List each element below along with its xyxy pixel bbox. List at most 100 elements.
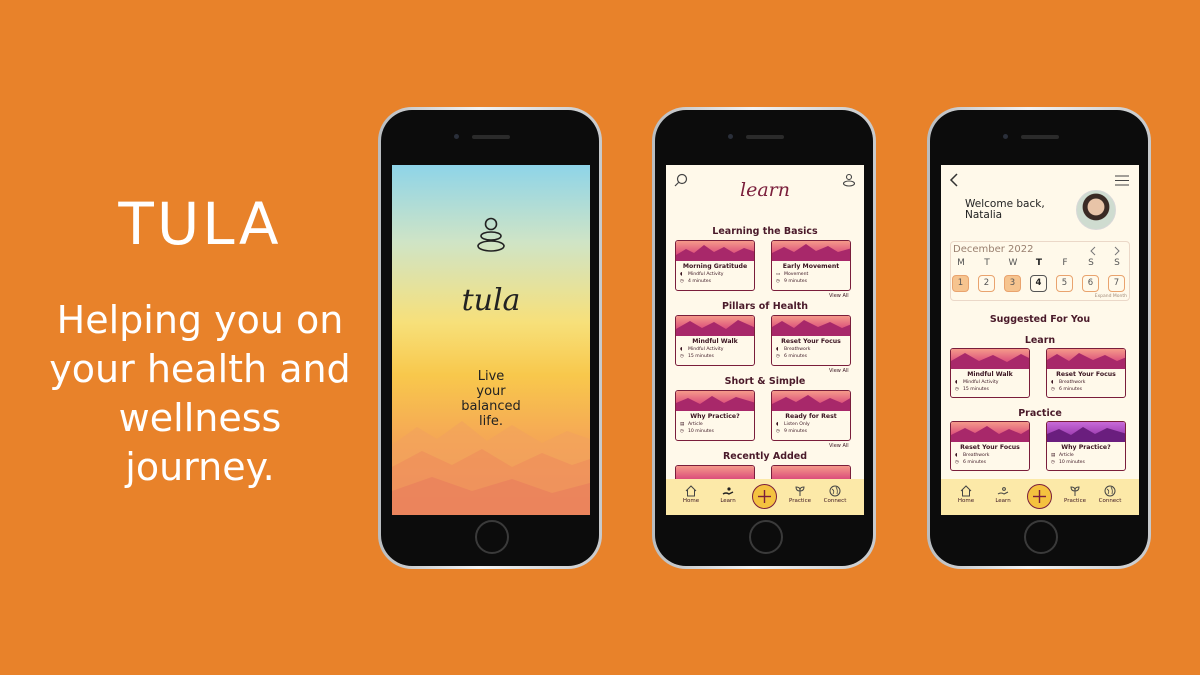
content-card[interactable]: Early Movement ▭ Movement ◷ 9 minutes [771,240,851,291]
card-duration: 6 minutes [963,460,986,465]
sprout-icon [795,486,805,496]
phone-learn: learn Learning the Basics Morning Gratit… [652,107,876,569]
card-type: Mindful Activity [688,272,724,277]
calendar-month: December 2022 [953,244,1034,255]
view-all-link[interactable]: View All [829,443,849,449]
content-card[interactable]: Why Practice? ▤ Article ◷ 10 minutes [675,390,755,441]
calendar-day[interactable]: 7 [1108,275,1125,292]
card-type: Article [688,422,703,427]
tab-practice[interactable]: Practice [785,485,815,504]
weekday-label: T [984,258,990,268]
video-icon: ▭ [776,272,781,277]
mountains-illustration [392,421,590,515]
chevron-left-icon[interactable] [1089,246,1097,256]
content-card[interactable]: Reset Your Focus ◖ Breathwork ◷ 6 minutes [771,315,851,366]
card-duration: 6 minutes [784,354,807,359]
calendar-day[interactable]: 4 [1030,275,1047,292]
card-artwork [951,422,1029,442]
clock-icon: ◷ [776,279,781,284]
back-chevron-icon[interactable] [949,173,959,187]
card-artwork [1047,349,1125,369]
card-type: Mindful Activity [688,347,724,352]
speaker [746,135,784,139]
speaker-icon: ◖ [955,380,958,385]
weekday-label: F [1062,258,1068,268]
hand-plant-icon [722,487,734,495]
card-type: Movement [784,272,809,277]
tab-home[interactable]: Home [676,485,706,504]
content-card[interactable]: Mindful Walk ◖ Mindful Activity ◷ 15 minut… [950,348,1030,398]
content-card[interactable]: Morning Gratitude ◖ Mindful Activity ◷ 4 m… [675,240,755,291]
card-type: Breathwork [784,347,811,352]
speaker-icon: ◖ [955,453,958,458]
plus-icon [758,490,771,503]
card-duration: 10 minutes [1059,460,1085,465]
avatar[interactable] [1076,190,1116,230]
tab-home[interactable]: Home [951,485,981,504]
section-heading: Learning the Basics [712,226,818,237]
hero: TULA Helping you on your health and well… [40,190,360,492]
home-icon [685,485,697,497]
view-all-link[interactable]: View All [829,293,849,299]
brand-title: TULA [118,190,282,258]
section-heading: Learn [1024,335,1056,346]
calendar-day[interactable]: 5 [1056,275,1073,292]
weekday-label: S [1114,258,1120,268]
card-artwork [676,391,754,411]
content-card[interactable]: Why Practice? ▤ Article ◷ 10 minutes [1046,421,1126,471]
content-card[interactable]: Reset Your Focus ◖ Breathwork ◷ 6 minutes [950,421,1030,471]
profile-icon[interactable] [842,173,856,187]
home-button[interactable] [749,520,783,554]
chevron-right-icon[interactable] [1113,246,1121,256]
speaker-icon: ◖ [1051,380,1054,385]
page-title: learn [740,179,790,201]
sprout-icon [1070,486,1080,496]
camera [454,134,459,139]
clock-icon: ◷ [1051,387,1056,392]
card-type: Breathwork [1059,380,1086,385]
home-button[interactable] [1024,520,1058,554]
tab-connect[interactable]: Connect [820,485,850,504]
card-duration: 10 minutes [688,429,714,434]
add-button[interactable] [752,484,777,509]
speaker-icon: ◖ [776,347,779,352]
card-duration: 15 minutes [963,387,989,392]
tab-learn[interactable]: Learn [713,485,743,504]
menu-icon[interactable] [1115,175,1129,186]
phone-home: Welcome back, Natalia December 2022 M T … [927,107,1151,569]
tab-connect[interactable]: Connect [1095,485,1125,504]
expand-month-link[interactable]: Expand Month [1095,294,1127,299]
card-title: Early Movement [782,263,840,270]
calendar-day[interactable]: 6 [1082,275,1099,292]
week-calendar: December 2022 M T W T F S S 1 2 3 4 5 6 … [950,241,1130,301]
content-card[interactable]: Mindful Walk ◖ Mindful Activity ◷ 15 minut… [675,315,755,366]
content-card[interactable]: Ready for Rest ◖ Listen Only ◷ 9 minutes [771,390,851,441]
tab-label: Learn [720,498,736,504]
tab-learn[interactable]: Learn [988,485,1018,504]
card-duration: 4 minutes [688,279,711,284]
tab-label: Practice [789,498,811,504]
home-button[interactable] [475,520,509,554]
card-title: Ready for Rest [785,413,837,420]
weekday-label: M [957,258,965,268]
calendar-day[interactable]: 3 [1004,275,1021,292]
view-all-link[interactable]: View All [829,368,849,374]
card-artwork [676,316,754,336]
card-artwork [1047,422,1125,442]
card-title: Morning Gratitude [682,263,748,270]
section-heading: Recently Added [722,451,808,462]
card-artwork [951,349,1029,369]
calendar-day[interactable]: 2 [978,275,995,292]
add-button[interactable] [1027,484,1052,509]
tab-practice[interactable]: Practice [1060,485,1090,504]
card-duration: 6 minutes [1059,387,1082,392]
card-artwork [772,241,850,261]
clock-icon: ◷ [680,279,685,284]
tab-bar: Home Learn Practice Connect [941,479,1139,515]
calendar-day[interactable]: 1 [952,275,969,292]
content-card[interactable]: Reset Your Focus ◖ Breathwork ◷ 6 minutes [1046,348,1126,398]
tab-label: Connect [1098,498,1122,504]
card-duration: 9 minutes [784,279,807,284]
globe-icon [1104,485,1116,497]
welcome-message: Welcome back, Natalia [965,198,1045,221]
